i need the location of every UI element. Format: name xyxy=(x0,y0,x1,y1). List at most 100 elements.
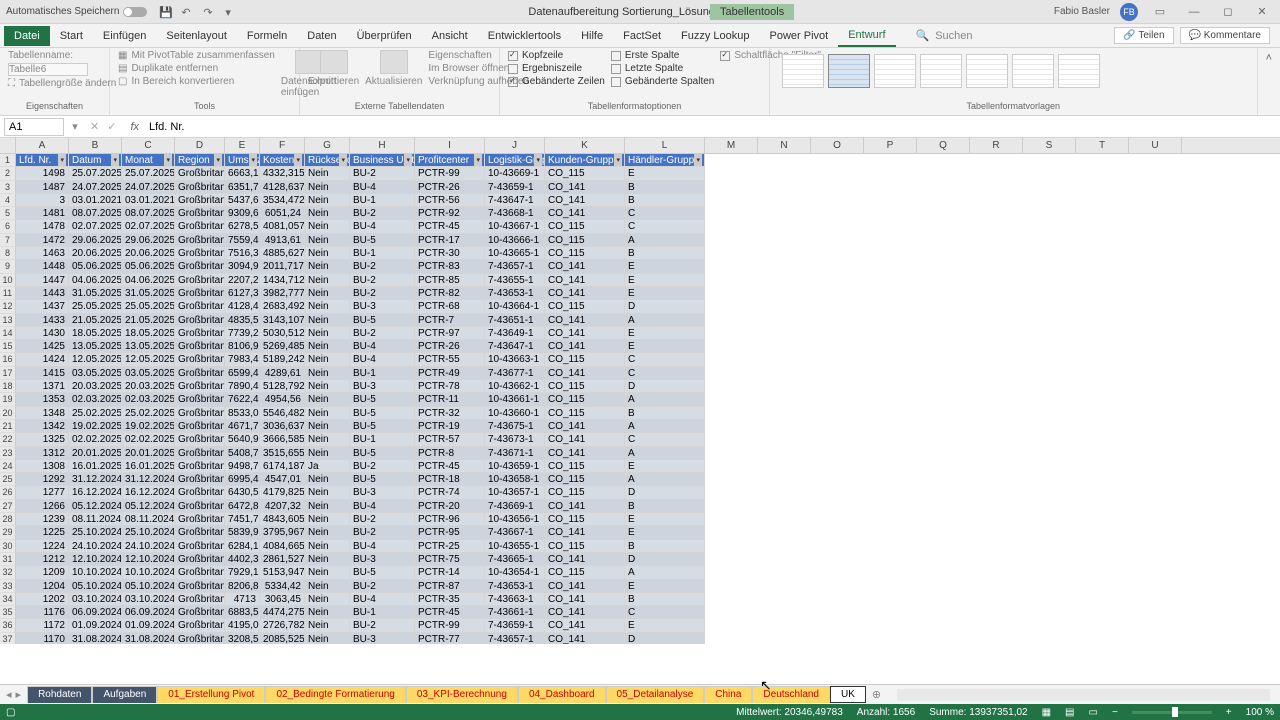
cell[interactable]: Großbritanni xyxy=(175,593,225,606)
cell[interactable]: PCTR-26 xyxy=(415,181,485,194)
cell[interactable]: 2726,7825 xyxy=(260,619,305,632)
cell[interactable]: PCTR-85 xyxy=(415,274,485,287)
cell[interactable]: C xyxy=(625,220,705,233)
cell[interactable]: 7-43661-1 xyxy=(485,606,545,619)
sheet-tab[interactable]: Rohdaten xyxy=(27,686,92,703)
cell[interactable]: 02.07.2025 xyxy=(69,220,122,233)
cell[interactable]: Großbritanni xyxy=(175,167,225,180)
cell[interactable]: PCTR-19 xyxy=(415,420,485,433)
cell[interactable]: BU-2 xyxy=(350,580,415,593)
tab-formeln[interactable]: Formeln xyxy=(237,26,297,46)
cell[interactable]: D xyxy=(625,633,705,644)
cell[interactable]: 29.06.2025 xyxy=(69,234,122,247)
tab-einfuegen[interactable]: Einfügen xyxy=(93,26,156,46)
cell[interactable]: 4913,61 xyxy=(260,234,305,247)
cell[interactable]: 4713 xyxy=(225,593,260,606)
tab-ansicht[interactable]: Ansicht xyxy=(422,26,478,46)
cell[interactable]: Nein xyxy=(305,314,350,327)
cell[interactable]: 04.06.2025 xyxy=(69,274,122,287)
column-header[interactable]: D xyxy=(175,138,225,153)
cell[interactable]: 25.10.2024 xyxy=(69,526,122,539)
undo-icon[interactable]: ↶ xyxy=(181,6,193,18)
cell[interactable]: 7-43649-1 xyxy=(485,327,545,340)
maximize-icon[interactable]: ◻ xyxy=(1216,4,1240,20)
cell[interactable]: 1348 xyxy=(16,407,69,420)
cell[interactable]: Großbritanni xyxy=(175,260,225,273)
cell[interactable]: Großbritanni xyxy=(175,393,225,406)
cell[interactable]: 2085,525 xyxy=(260,633,305,644)
cell[interactable]: 4081,0575 xyxy=(260,220,305,233)
cell[interactable]: 10-43662-1 xyxy=(485,380,545,393)
row-header[interactable]: 11 xyxy=(0,287,16,300)
cell[interactable]: BU-3 xyxy=(350,553,415,566)
cell[interactable]: 10-43661-1 xyxy=(485,393,545,406)
cell[interactable]: 24.07.2025 xyxy=(122,181,175,194)
row-header[interactable]: 18 xyxy=(0,380,16,393)
cell[interactable]: PCTR-92 xyxy=(415,207,485,220)
cell[interactable]: E xyxy=(625,619,705,632)
tab-entwurf[interactable]: Entwurf xyxy=(838,25,895,47)
cell[interactable]: 1224 xyxy=(16,540,69,553)
cell[interactable]: A xyxy=(625,566,705,579)
table-style-thumb[interactable] xyxy=(782,54,824,88)
cell[interactable]: 1478 xyxy=(16,220,69,233)
cell[interactable]: Nein xyxy=(305,500,350,513)
row-header[interactable]: 14 xyxy=(0,327,16,340)
cell[interactable]: A xyxy=(625,447,705,460)
row-header[interactable]: 3 xyxy=(0,181,16,194)
cell[interactable]: 01.09.2024 xyxy=(69,619,122,632)
cell[interactable]: CO_115 xyxy=(545,380,625,393)
cell[interactable]: Großbritanni xyxy=(175,606,225,619)
tab-datei[interactable]: Datei xyxy=(4,26,50,46)
column-header[interactable]: R xyxy=(970,138,1023,153)
cell[interactable]: 7-43677-1 xyxy=(485,367,545,380)
tab-entwicklertools[interactable]: Entwicklertools xyxy=(478,26,571,46)
cell[interactable]: 1308 xyxy=(16,460,69,473)
cell[interactable]: 18.05.2025 xyxy=(122,327,175,340)
cell[interactable]: Nein xyxy=(305,526,350,539)
cell[interactable]: 6430,5 xyxy=(225,486,260,499)
cell[interactable]: 20.03.2025 xyxy=(122,380,175,393)
column-header[interactable]: E xyxy=(225,138,260,153)
cell[interactable]: 10-43657-1 xyxy=(485,486,545,499)
cell[interactable]: 1292 xyxy=(16,473,69,486)
cell[interactable]: CO_115 xyxy=(545,566,625,579)
cell[interactable]: D xyxy=(625,300,705,313)
cell[interactable]: BU-4 xyxy=(350,353,415,366)
cell[interactable]: 05.10.2024 xyxy=(122,580,175,593)
cell[interactable]: 1443 xyxy=(16,287,69,300)
cell[interactable]: 16.12.2024 xyxy=(69,486,122,499)
tab-nav-prev-icon[interactable]: ◂ xyxy=(6,688,12,701)
cell[interactable]: PCTR-8 xyxy=(415,447,485,460)
formula-input[interactable] xyxy=(145,118,1280,136)
row-header[interactable]: 4 xyxy=(0,194,16,207)
cell[interactable]: 6278,55 xyxy=(225,220,260,233)
cell[interactable]: 3795,9675 xyxy=(260,526,305,539)
cell[interactable]: BU-4 xyxy=(350,593,415,606)
export-button[interactable]: Exportieren xyxy=(308,50,359,87)
search-box[interactable]: 🔍 Suchen xyxy=(916,29,973,42)
tab-factset[interactable]: FactSet xyxy=(613,26,671,46)
cell[interactable]: 1463 xyxy=(16,247,69,260)
name-box[interactable]: A1 xyxy=(4,118,64,136)
cell[interactable]: 6051,24 xyxy=(260,207,305,220)
cell[interactable]: BU-1 xyxy=(350,606,415,619)
row-header[interactable]: 10 xyxy=(0,274,16,287)
cell[interactable]: 7-43663-1 xyxy=(485,593,545,606)
table-style-thumb[interactable] xyxy=(1058,54,1100,88)
column-header[interactable]: A xyxy=(16,138,69,153)
sheet-tab[interactable]: Deutschland xyxy=(752,686,830,703)
tab-fuzzy-lookup[interactable]: Fuzzy Lookup xyxy=(671,26,759,46)
cell[interactable]: 3982,7775 xyxy=(260,287,305,300)
cell[interactable]: 4671,75 xyxy=(225,420,260,433)
select-all-corner[interactable] xyxy=(0,138,16,153)
cell[interactable]: 16.01.2025 xyxy=(69,460,122,473)
column-header[interactable]: J xyxy=(485,138,545,153)
cell[interactable]: PCTR-78 xyxy=(415,380,485,393)
cell[interactable]: 3143,1075 xyxy=(260,314,305,327)
cell[interactable]: Großbritanni xyxy=(175,553,225,566)
cell[interactable]: 10.10.2024 xyxy=(122,566,175,579)
cell[interactable]: 1204 xyxy=(16,580,69,593)
column-header[interactable]: S xyxy=(1023,138,1076,153)
user-name[interactable]: Fabio Basler xyxy=(1054,6,1110,17)
